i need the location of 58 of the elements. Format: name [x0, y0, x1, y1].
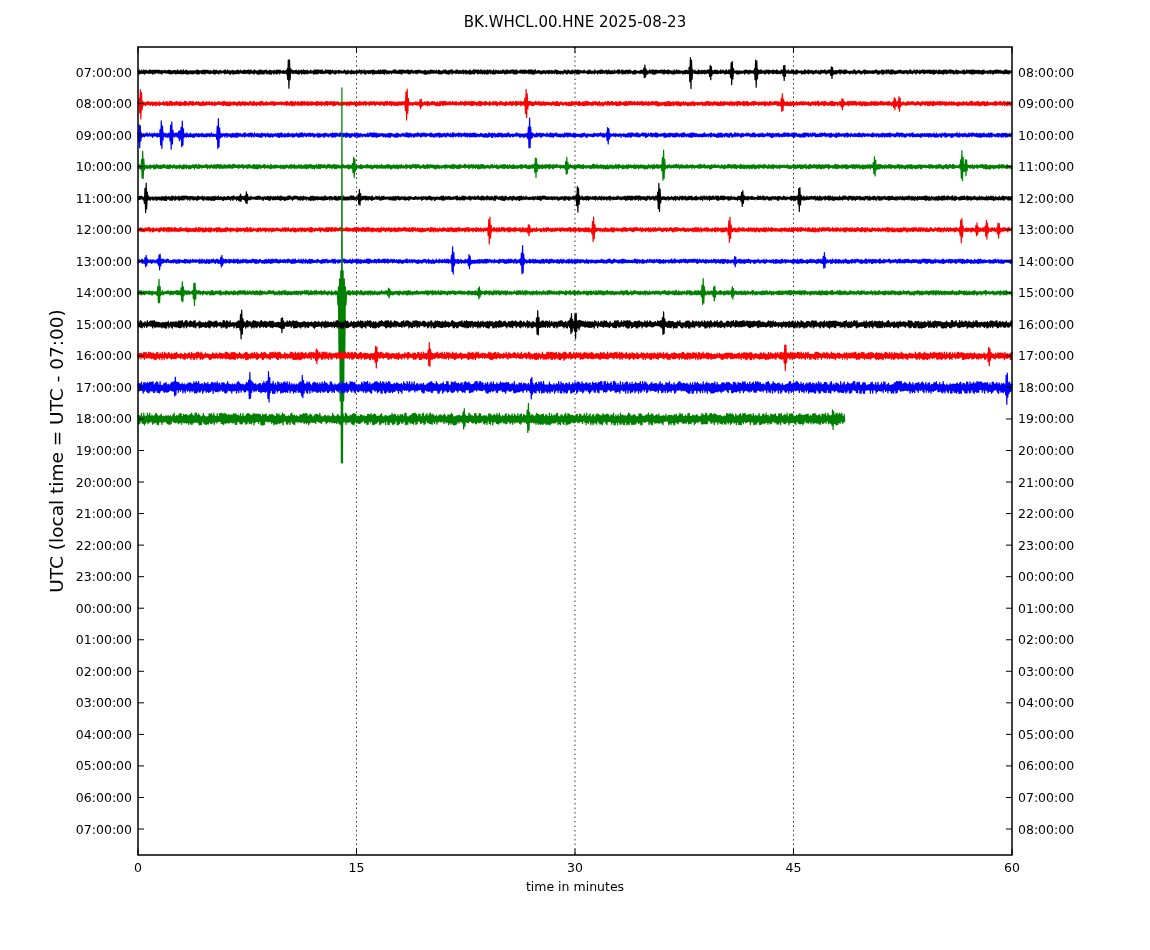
y-tick-label: 18:00:00: [75, 411, 132, 427]
y-tick-label: 03:00:00: [75, 695, 132, 711]
y-tick-label: 08:00:00: [75, 96, 132, 112]
y-tick-label: 06:00:00: [75, 789, 132, 805]
y-tick-label: 13:00:00: [75, 253, 132, 269]
y-tick-label: 17:00:00: [75, 379, 132, 395]
y-tick-label: 02:00:00: [1018, 632, 1075, 648]
y-tick-label: 07:00:00: [75, 821, 132, 837]
y-tick-label: 08:00:00: [1018, 64, 1075, 80]
y-tick-label: 23:00:00: [1018, 537, 1075, 553]
y-tick-label: 21:00:00: [1018, 474, 1075, 490]
y-tick-label: 23:00:00: [75, 569, 132, 585]
y-tick-label: 04:00:00: [1018, 695, 1075, 711]
y-tick-label: 00:00:00: [1018, 569, 1075, 585]
y-tick-label: 16:00:00: [1018, 316, 1075, 332]
y-tick-label: 22:00:00: [75, 537, 132, 553]
y-tick-label: 07:00:00: [75, 64, 132, 80]
y-tick-label: 20:00:00: [1018, 443, 1075, 458]
y-tick-label: 19:00:00: [1018, 411, 1075, 427]
y-tick-label: 09:00:00: [1018, 96, 1075, 112]
y-tick-label: 07:00:00: [1018, 789, 1075, 805]
y-tick-label: 14:00:00: [75, 285, 132, 301]
y-tick-label: 20:00:00: [75, 474, 132, 490]
y-tick-label: 10:00:00: [1018, 127, 1075, 143]
y-tick-label: 06:00:00: [1018, 758, 1075, 774]
chart-title: BK.WHCL.00.HNE 2025-08-23: [463, 13, 687, 31]
y-tick-label: 13:00:00: [1018, 222, 1075, 238]
y-tick-label: 12:00:00: [1018, 190, 1075, 206]
y-tick-label: 18:00:00: [1018, 379, 1075, 395]
x-axis-label: time in minutes: [525, 879, 625, 894]
y-tick-label: 15:00:00: [1018, 285, 1075, 301]
y-tick-label: 01:00:00: [1018, 600, 1075, 616]
y-tick-label: 10:00:00: [75, 159, 132, 175]
x-tick-label: 60: [1004, 860, 1020, 875]
x-tick-label: 45: [785, 860, 802, 875]
x-tick-label: 30: [567, 860, 583, 875]
y-tick-label: 16:00:00: [75, 348, 132, 364]
y-tick-label: 00:00:00: [75, 600, 132, 616]
y-tick-label: 22:00:00: [1018, 506, 1075, 522]
y-tick-label: 05:00:00: [75, 758, 132, 774]
y-tick-label: 11:00:00: [1018, 159, 1075, 175]
y-tick-label: 11:00:00: [75, 190, 132, 206]
y-tick-label: 02:00:00: [75, 663, 132, 679]
y-tick-label: 17:00:00: [1018, 348, 1075, 364]
y-tick-label: 01:00:00: [75, 632, 132, 648]
x-tick-label: 0: [134, 860, 142, 875]
y-tick-label: 08:00:00: [1018, 821, 1075, 837]
y-tick-label: 15:00:00: [75, 316, 132, 332]
y-tick-label: 04:00:00: [75, 726, 132, 742]
y-axis-label: UTC (local time = UTC - 07:00): [46, 309, 67, 593]
y-tick-label: 12:00:00: [75, 222, 132, 238]
y-tick-label: 21:00:00: [75, 506, 132, 522]
y-tick-label: 03:00:00: [1018, 663, 1075, 679]
y-tick-label: 09:00:00: [75, 127, 132, 143]
y-tick-label: 14:00:00: [1018, 253, 1075, 269]
y-tick-label: 05:00:00: [1018, 726, 1075, 742]
y-tick-label: 19:00:00: [75, 443, 132, 458]
x-tick-label: 15: [348, 860, 365, 875]
